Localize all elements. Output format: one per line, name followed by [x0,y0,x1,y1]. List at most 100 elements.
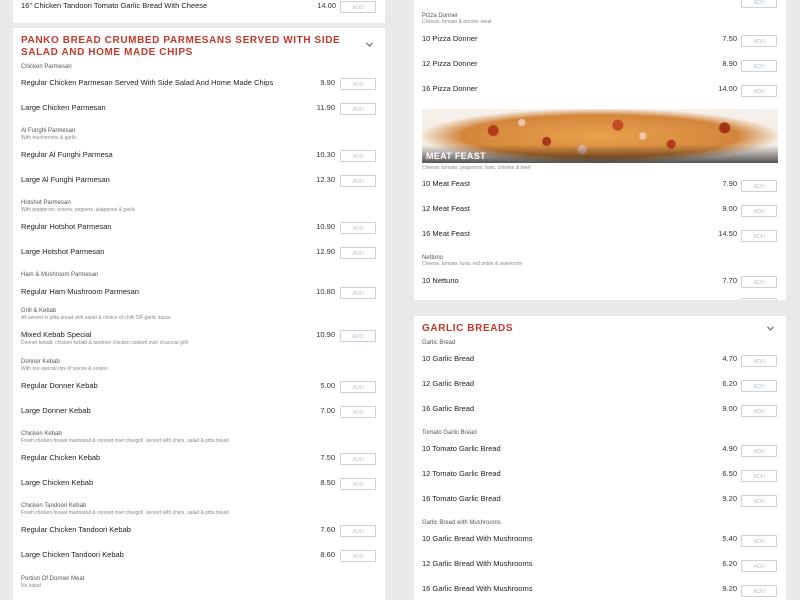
add-button[interactable]: ADD [741,535,777,547]
add-button[interactable]: ADD [340,150,376,162]
item-price: 7.50 [722,34,737,43]
add-button[interactable]: ADD [340,287,376,299]
group-description: Fresh chicken breast marinated & cooked … [21,510,229,516]
item-price: 7.50 [320,453,335,462]
menu-item-name: Regular Donner Kebab [21,381,98,390]
item-price: 6.50 [722,469,737,478]
add-button[interactable]: ADD [741,205,777,217]
group-label: Garlic Bread with Mushrooms [422,520,501,526]
add-button[interactable]: ADD [741,276,777,288]
section-title: PANKO BREAD CRUMBED PARMESANS SERVED WIT… [21,35,341,58]
group-label: Chicken Kebab [21,431,62,437]
add-button[interactable]: ADD [741,405,777,417]
item-price: 8.90 [722,59,737,68]
add-button[interactable]: ADD [340,453,376,465]
add-button[interactable]: ADD [741,495,777,507]
add-button[interactable]: ADD [340,550,376,562]
item-price: 14.50 [718,229,737,238]
add-button[interactable]: ADD [741,180,777,192]
item-price: 10.90 [316,330,335,339]
item-price: 8.50 [320,478,335,487]
group-label: Chicken Parmesan [21,64,72,70]
group-description: Cheese, tomato & donner meat [422,19,492,25]
item-price: 7.00 [320,406,335,415]
right-menu-panel-pizza: ADD Pizza Donner Cheese, tomato & donner… [414,0,786,300]
add-button[interactable]: ADD [741,230,777,242]
add-button[interactable]: ADD [340,78,376,90]
right-menu-panel-garlic-breads: GARLIC BREADS Garlic Bread 10 Garlic Bre… [414,316,786,600]
add-button[interactable]: ADD [741,35,777,47]
item-price: 10.80 [316,287,335,296]
menu-item-name: 16 Garlic Bread With Mushrooms [422,584,533,593]
add-button[interactable]: ADD [340,406,376,418]
menu-item-name: 12 Pizza Donner [422,59,478,68]
add-button[interactable]: ADD [741,85,777,97]
item-price: 6.20 [722,559,737,568]
add-button[interactable]: ADD [340,175,376,187]
group-label: Al Funghi Parmesan [21,128,76,134]
add-button[interactable]: ADD [741,585,777,597]
menu-item-name: 16 Meat Feast [422,229,470,238]
item-price: 10.30 [316,150,335,159]
add-button[interactable]: ADD [340,381,376,393]
menu-item-name: Regular Chicken Kebab [21,453,101,462]
add-button[interactable]: ADD [741,380,777,392]
menu-item-name: Large Chicken Tandoori Kebab [21,550,124,559]
add-button[interactable]: ADD [741,60,777,72]
group-label: Hotshot Parmesan [21,200,71,206]
item-price: 6.20 [722,379,737,388]
section-title: GARLIC BREADS [422,323,514,334]
add-button[interactable]: ADD [340,247,376,259]
item-price: 9.00 [722,204,737,213]
menu-item-name: Regular Ham Mushroom Parmesan [21,287,139,296]
left-menu-panel: PANKO BREAD CRUMBED PARMESANS SERVED WIT… [13,28,385,600]
group-description: All served in pitta bread with salad & c… [21,315,172,321]
add-button[interactable]: ADD [340,103,376,115]
chevron-down-icon[interactable] [366,42,373,49]
menu-item-name: Large Al Funghi Parmesan [21,175,110,184]
menu-item-name: Regular Al Funghi Parmesa [21,150,113,159]
group-label: Portion Of Donner Meat [21,576,85,582]
menu-item-name: Large Chicken Parmesan [21,103,106,112]
add-button[interactable]: ADD [340,222,376,234]
item-price: 10.90 [316,222,335,231]
add-button[interactable]: ADD [741,0,777,8]
menu-item-name: Large Hotshot Parmesan [21,247,105,256]
add-button[interactable]: ADD [741,560,777,572]
menu-item-name: 10 Nettuno [422,276,459,285]
add-button[interactable]: ADD [741,445,777,457]
meat-feast-banner-image: MEAT FEAST [422,109,778,163]
group-label: Chicken Tandoori Kebab [21,503,87,509]
add-button[interactable]: ADD [340,330,376,342]
item-price: 5.40 [722,534,737,543]
add-button[interactable]: ADD [340,478,376,490]
item-price: 8.60 [320,550,335,559]
menu-item-name: 10 Garlic Bread With Mushrooms [422,534,533,543]
item-price: 11.90 [316,103,335,112]
menu-item-name: 12 Garlic Bread [422,379,475,388]
item-price: 14.00 [317,1,336,10]
item-price: 12.30 [316,175,335,184]
group-description: With our special mix of spices & onions [21,366,108,372]
banner-title: MEAT FEAST [426,151,486,161]
item-price: 9.90 [320,78,335,87]
item-price: 4.70 [722,354,737,363]
chevron-down-icon[interactable] [767,326,774,333]
menu-item-name: 12 Meat Feast [422,204,470,213]
add-button[interactable]: ADD [340,525,376,537]
add-button[interactable]: ADD [741,470,777,482]
menu-item-name: 16 Garlic Bread [422,404,475,413]
add-button[interactable]: ADD [340,1,376,13]
item-price: 14.00 [718,84,737,93]
item-price: 12.90 [316,247,335,256]
item-price: 5.00 [320,381,335,390]
item-price: 7.70 [722,276,737,285]
group-description: With mushrooms & garlic [21,135,77,141]
group-label: Donner Kebab [21,359,60,365]
group-description: Cheese, tomato, pepperoni, ham, chicken … [422,165,531,171]
group-label: Tomato Garlic Bread [422,430,477,436]
add-button[interactable]: ADD [741,298,777,300]
item-price: 9.20 [722,494,737,503]
add-button[interactable]: ADD [741,355,777,367]
menu-item-name: 10 Pizza Donner [422,34,478,43]
